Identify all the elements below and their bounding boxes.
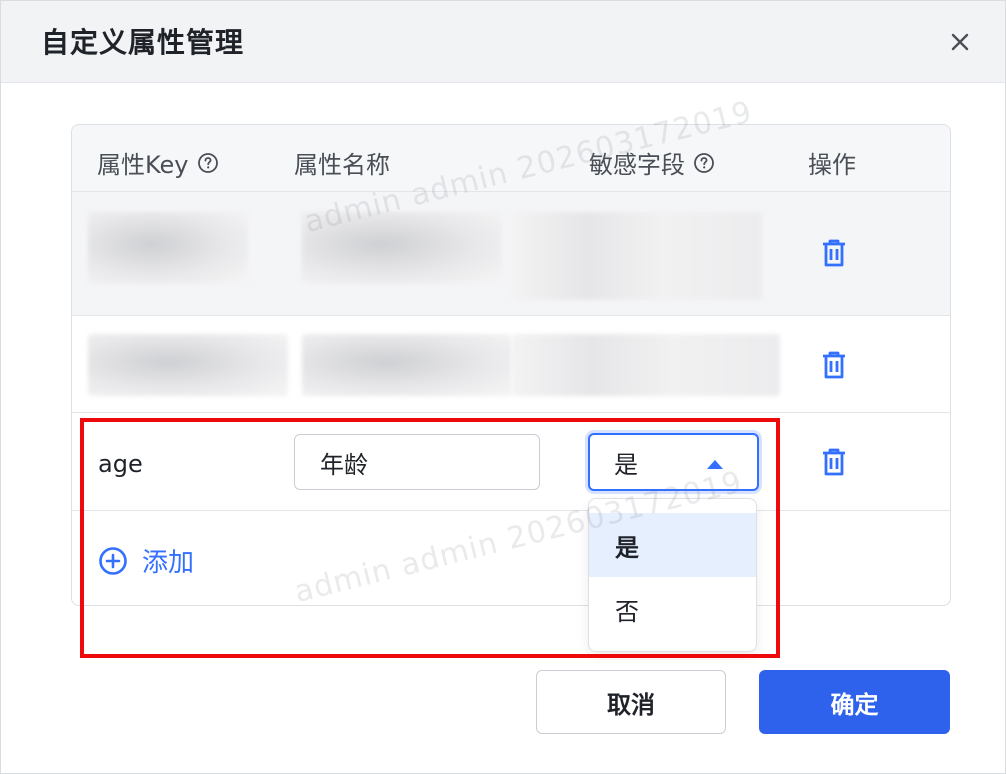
custom-attribute-dialog: 自定义属性管理 属性Key 属性名称 敏感字段 操作 age 年龄 是 添加 是…	[0, 0, 1006, 774]
attribute-name-input[interactable]: 年龄	[294, 434, 540, 490]
trash-icon[interactable]	[821, 447, 847, 477]
table-row	[72, 316, 950, 413]
blurred-content	[512, 334, 780, 396]
table-footer-row: 添加	[72, 511, 950, 605]
question-circle-icon[interactable]	[197, 152, 219, 174]
sensitive-field-dropdown: 是 否	[588, 498, 757, 652]
header-attribute-key: 属性Key	[97, 145, 219, 180]
caret-up-icon	[707, 460, 723, 469]
dropdown-option-yes[interactable]: 是	[589, 513, 756, 577]
blurred-content	[512, 212, 762, 300]
close-icon[interactable]	[945, 27, 975, 57]
confirm-button[interactable]: 确定	[759, 670, 950, 734]
table-header: 属性Key 属性名称 敏感字段 操作	[72, 125, 950, 192]
trash-icon[interactable]	[821, 238, 847, 268]
blurred-content	[302, 212, 502, 284]
plus-circle-icon	[99, 546, 127, 575]
header-action: 操作	[808, 151, 856, 179]
table-row	[72, 192, 950, 316]
blurred-content	[88, 334, 288, 396]
dialog-header: 自定义属性管理	[1, 1, 1005, 83]
dropdown-option-no[interactable]: 否	[589, 577, 756, 641]
cancel-button[interactable]: 取消	[536, 670, 726, 734]
question-circle-icon[interactable]	[693, 152, 715, 174]
blurred-content	[302, 334, 512, 396]
trash-icon[interactable]	[821, 350, 847, 380]
sensitive-field-select[interactable]: 是	[588, 433, 759, 491]
add-row-button[interactable]: 添加	[98, 542, 194, 579]
attribute-key-value: age	[98, 450, 143, 478]
header-attribute-name: 属性名称	[294, 151, 390, 179]
header-sensitive-field: 敏感字段	[589, 145, 715, 180]
table-row-editing: age 年龄 是	[72, 413, 950, 511]
dialog-title: 自定义属性管理	[41, 26, 245, 59]
attribute-table: 属性Key 属性名称 敏感字段 操作 age 年龄 是 添加	[71, 124, 951, 606]
blurred-content	[88, 212, 248, 284]
